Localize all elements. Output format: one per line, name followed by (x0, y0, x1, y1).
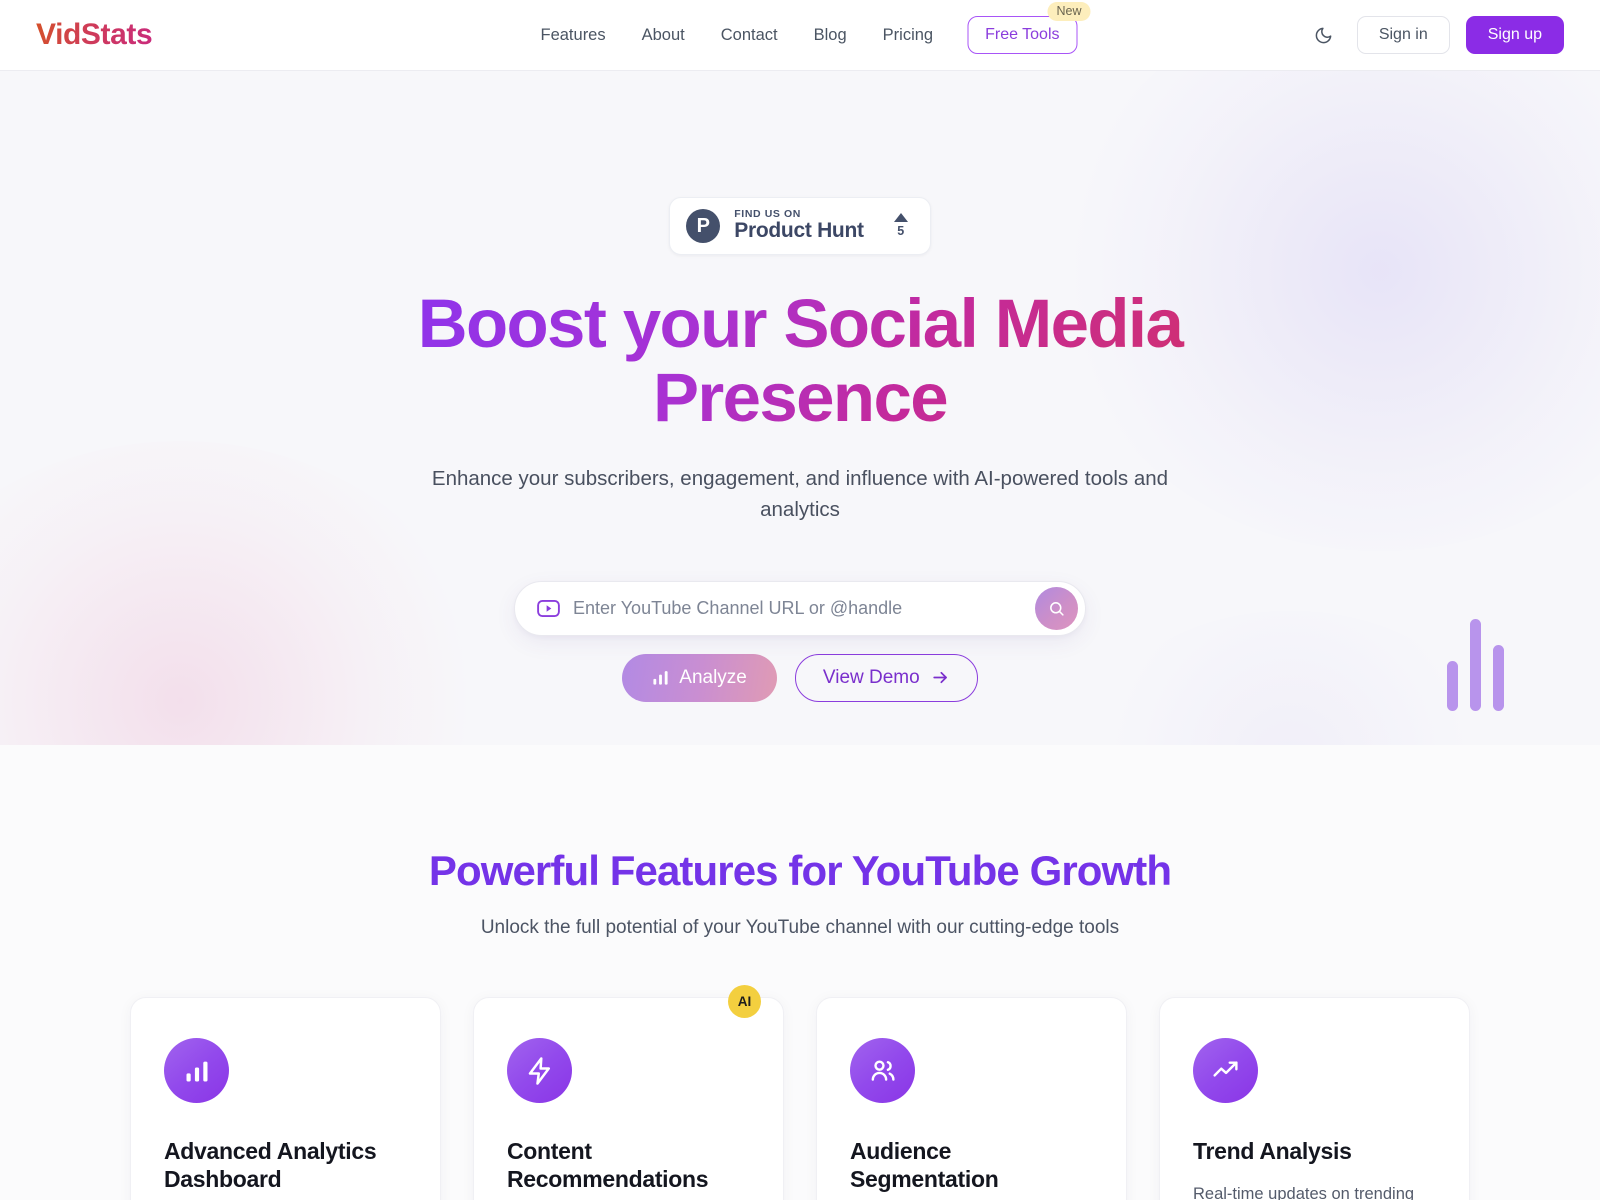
feature-card-desc: Real-time updates on trending topics and… (1193, 1185, 1415, 1200)
ai-badge: AI (728, 985, 761, 1018)
free-tools-wrapper: Free Tools New (967, 2, 1091, 54)
site-logo[interactable]: VidStats (36, 18, 153, 52)
channel-search-wrapper (514, 580, 1086, 636)
hero-title: Boost your Social Media Presence (370, 287, 1230, 435)
product-hunt-icon: P (686, 209, 721, 243)
analyze-button[interactable]: Analyze (622, 653, 777, 702)
nav-link-about[interactable]: About (624, 18, 703, 53)
trending-up-icon (1193, 1038, 1258, 1103)
view-demo-button[interactable]: View Demo (794, 653, 978, 702)
hero-cta-row: Analyze View Demo (622, 653, 978, 702)
product-hunt-badge[interactable]: P FIND US ON Product Hunt 5 (669, 197, 931, 255)
decorative-bar-2 (1470, 619, 1481, 711)
analyze-button-label: Analyze (679, 666, 747, 688)
site-header: VidStats Features About Contact Blog Pri… (0, 0, 1600, 71)
product-hunt-text: FIND US ON Product Hunt (734, 209, 864, 243)
feature-card-title: Content Recommendations (507, 1138, 709, 1193)
features-section: Powerful Features for YouTube Growth Unl… (0, 745, 1600, 1200)
sign-in-button[interactable]: Sign in (1356, 16, 1450, 54)
lightning-bolt-icon (507, 1038, 572, 1103)
youtube-icon (537, 599, 560, 617)
feature-card-title: Trend Analysis (1193, 1138, 1352, 1164)
features-title: Powerful Features for YouTube Growth (428, 847, 1172, 894)
bar-chart-icon (653, 671, 668, 686)
new-badge: New (1047, 2, 1091, 21)
search-icon[interactable] (1035, 586, 1078, 630)
hero-content: P FIND US ON Product Hunt 5 Boost your S… (0, 71, 1600, 702)
moon-icon[interactable] (1307, 18, 1341, 52)
view-demo-label: View Demo (822, 666, 920, 688)
sign-up-button[interactable]: Sign up (1465, 16, 1564, 54)
product-hunt-vote-count: 5 (897, 224, 905, 239)
feature-card-audience-segmentation[interactable]: Audience Segmentation Detailed demograph… (816, 997, 1127, 1200)
feature-card-title: Audience Segmentation (850, 1138, 999, 1193)
product-hunt-name: Product Hunt (734, 219, 864, 243)
decorative-bars (1447, 619, 1504, 711)
feature-card-content-recommendations[interactable]: AI Content Recommendations (473, 985, 784, 1200)
free-tools-button[interactable]: Free Tools (967, 16, 1078, 54)
product-hunt-votes[interactable]: 5 (893, 213, 908, 239)
main-navigation: Features About Contact Blog Pricing Free… (523, 2, 1091, 54)
feature-card-title: Advanced Analytics Dashboard (164, 1138, 377, 1193)
caret-up-icon (893, 213, 908, 223)
hero-subtitle: Enhance your subscribers, engagement, an… (431, 466, 1169, 521)
feature-cards: Advanced Analytics Dashboard AI Content … (0, 985, 1600, 1200)
users-icon (850, 1038, 915, 1103)
feature-card-analytics[interactable]: Advanced Analytics Dashboard (130, 997, 441, 1200)
feature-card-trend-analysis[interactable]: Trend Analysis Real-time updates on tren… (1159, 997, 1470, 1200)
hero-section: P FIND US ON Product Hunt 5 Boost your S… (0, 71, 1600, 745)
nav-link-features[interactable]: Features (523, 18, 624, 53)
decorative-bar-3 (1493, 645, 1504, 711)
features-subtitle: Unlock the full potential of your YouTub… (480, 917, 1120, 938)
nav-link-blog[interactable]: Blog (796, 18, 865, 53)
header-actions: Sign in Sign up (1307, 16, 1564, 54)
bar-chart-icon (164, 1038, 229, 1103)
search-input[interactable] (573, 597, 1035, 619)
arrow-right-icon (933, 672, 947, 684)
nav-link-contact[interactable]: Contact (703, 18, 796, 53)
decorative-bar-1 (1447, 661, 1458, 711)
channel-search-bar[interactable] (514, 580, 1086, 636)
nav-link-pricing[interactable]: Pricing (865, 18, 951, 53)
